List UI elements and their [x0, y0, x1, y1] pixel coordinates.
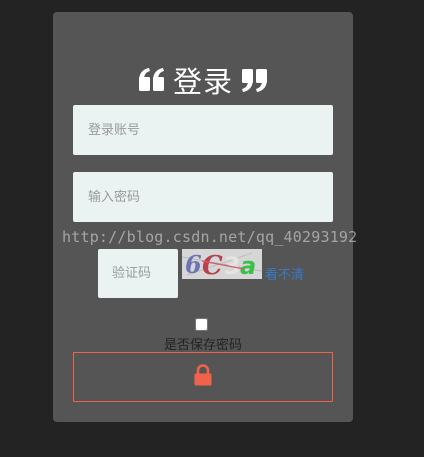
login-title: 登录: [53, 60, 353, 100]
svg-text:6: 6: [185, 250, 202, 279]
captcha-input[interactable]: [98, 249, 178, 298]
captcha-glyphs: 6 C 3 a: [181, 249, 263, 281]
quote-right-icon: [239, 65, 269, 95]
login-button[interactable]: [73, 352, 333, 402]
login-card: 登录 6 C 3 a 看不清 是否保存密码: [53, 12, 353, 422]
remember-password-checkbox[interactable]: [195, 318, 208, 331]
account-input[interactable]: [73, 105, 333, 155]
password-input[interactable]: [73, 172, 333, 222]
svg-text:a: a: [240, 252, 256, 279]
remember-password-label: 是否保存密码: [163, 338, 242, 353]
page-title: 登录: [172, 65, 233, 99]
quote-left-icon: [137, 65, 167, 95]
refresh-captcha-link[interactable]: 看不清: [265, 264, 304, 283]
captcha-image[interactable]: 6 C 3 a: [181, 249, 263, 281]
lock-icon: [193, 364, 213, 390]
